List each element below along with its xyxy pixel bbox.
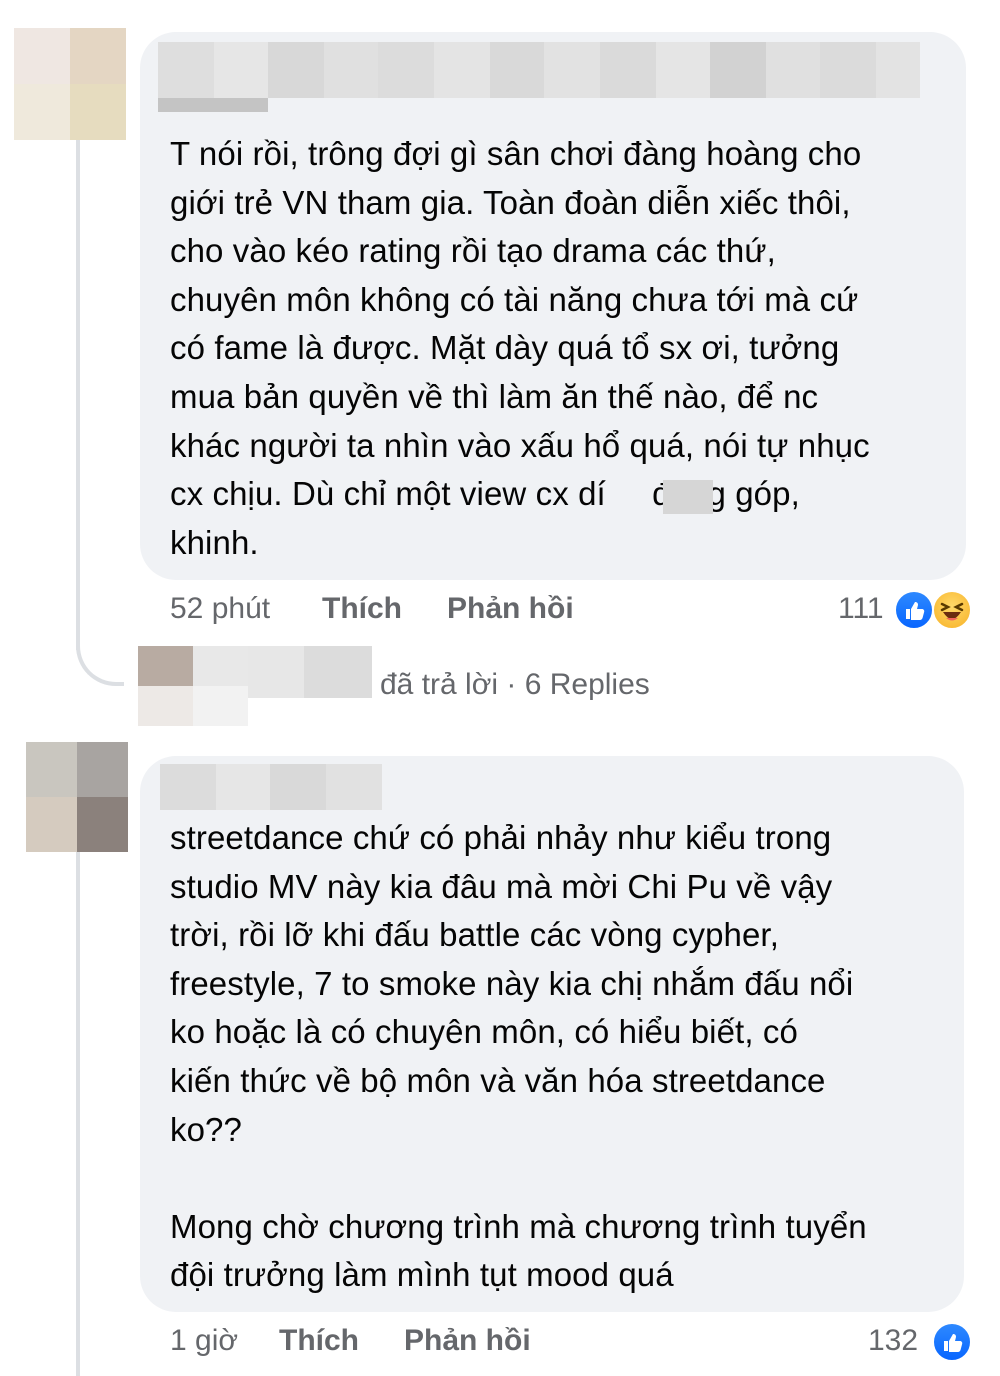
comment-timestamp[interactable]: 52 phút xyxy=(170,592,270,626)
like-button[interactable]: Thích xyxy=(279,1324,359,1358)
haha-icon[interactable] xyxy=(932,590,972,630)
view-replies-link[interactable]: đã trả lời · 6 Replies xyxy=(380,668,650,702)
comment-text-2: streetdance chứ có phải nhảy như kiểu tr… xyxy=(170,819,867,1294)
blurred-author-name[interactable] xyxy=(160,764,382,810)
comment-text-1: T nói rồi, trông đợi gì sân chơi đàng ho… xyxy=(170,135,870,561)
blurred-replier-name[interactable] xyxy=(248,646,372,698)
avatar[interactable] xyxy=(26,742,128,852)
thread-connector-curve xyxy=(76,620,124,686)
avatar[interactable] xyxy=(14,28,126,140)
like-button-label[interactable]: Thích xyxy=(279,1324,359,1357)
reaction-count[interactable]: 132 xyxy=(868,1324,918,1358)
like-icon[interactable] xyxy=(894,590,934,630)
like-button-label[interactable]: Thích xyxy=(322,592,402,625)
reply-button-label[interactable]: Phản hồi xyxy=(404,1324,531,1357)
like-button[interactable]: Thích xyxy=(322,592,402,626)
reply-button-label[interactable]: Phản hồi xyxy=(447,592,574,625)
thread-line-2 xyxy=(76,852,80,1376)
reply-button[interactable]: Phản hồi xyxy=(447,592,574,626)
redaction-box xyxy=(663,480,713,514)
comment-timestamp[interactable]: 1 giờ xyxy=(170,1324,238,1358)
avatar-reply[interactable] xyxy=(138,646,248,726)
thread-line-1 xyxy=(76,140,80,650)
blurred-author-subtitle xyxy=(158,98,268,112)
like-icon[interactable] xyxy=(932,1322,972,1362)
blurred-author-name[interactable] xyxy=(158,42,920,98)
reply-button[interactable]: Phản hồi xyxy=(404,1324,531,1358)
reaction-count[interactable]: 111 xyxy=(838,592,884,626)
